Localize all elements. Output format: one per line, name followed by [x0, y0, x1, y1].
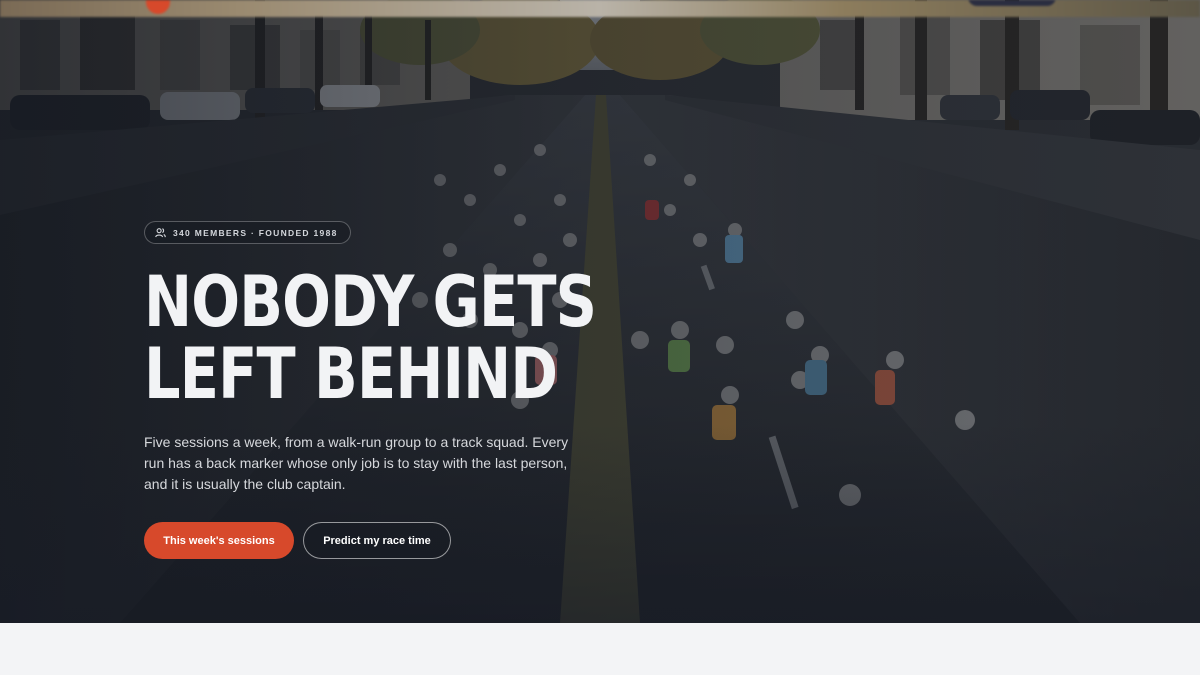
headline-line-1: NOBODY GETS — [144, 261, 597, 343]
hero-description: Five sessions a week, from a walk-run gr… — [144, 434, 569, 492]
top-navigation-blurred — [0, 0, 1200, 17]
members-badge-text: 340 MEMBERS · FOUNDED 1988 — [173, 227, 338, 238]
hero-headline: NOBODY GETS LEFT BEHIND — [144, 266, 603, 410]
club-logo-icon[interactable] — [146, 0, 170, 14]
next-section — [0, 623, 1200, 675]
members-icon — [155, 228, 166, 238]
headline-line-2: LEFT BEHIND — [144, 333, 558, 415]
hero-actions: This week's sessions Predict my race tim… — [144, 522, 664, 559]
sessions-button[interactable]: This week's sessions — [144, 522, 294, 559]
hero-content: 340 MEMBERS · FOUNDED 1988 NOBODY GETS L… — [144, 221, 664, 559]
nav-join-button[interactable] — [968, 0, 1056, 6]
members-badge: 340 MEMBERS · FOUNDED 1988 — [144, 221, 351, 244]
predict-race-time-button[interactable]: Predict my race time — [303, 522, 451, 559]
hero-section: 340 MEMBERS · FOUNDED 1988 NOBODY GETS L… — [0, 0, 1200, 623]
